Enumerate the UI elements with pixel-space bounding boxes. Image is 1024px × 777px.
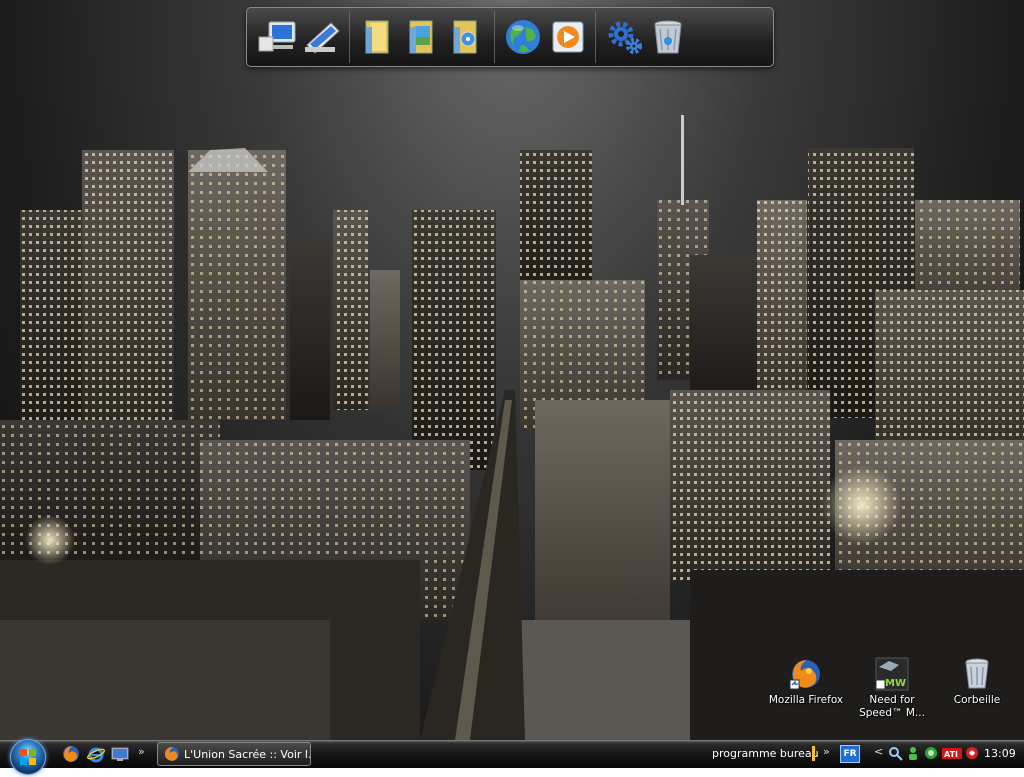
dock-internet[interactable]: [501, 13, 545, 61]
nfs-most-wanted-icon: MW: [875, 657, 909, 691]
settings-gears-icon: [608, 21, 642, 54]
dock-computer[interactable]: [255, 13, 299, 61]
messenger-icon: [925, 747, 937, 759]
documents-icon: [305, 22, 340, 54]
desktop-icon-label-line2: Speed™ M...: [859, 707, 925, 719]
pictures-folder-icon: [409, 20, 433, 54]
dock-folder[interactable]: [356, 13, 400, 61]
antivirus-icon: [966, 747, 978, 759]
dock-media-player[interactable]: [545, 13, 589, 61]
search-icon: [889, 747, 903, 761]
toolbar-chevron[interactable]: »: [823, 745, 830, 758]
desktop-icon-need-for-speed[interactable]: MW Need for Speed™ M...: [850, 657, 934, 720]
dock-music-folder[interactable]: [444, 13, 488, 61]
taskbar: » L'Union Sacrée :: Voir l... programme …: [0, 739, 1024, 775]
firefox-icon: [789, 660, 820, 690]
quick-launch-firefox[interactable]: [62, 745, 80, 763]
windows-logo-icon: [20, 749, 36, 765]
language-button[interactable]: FR: [840, 745, 860, 763]
network-user-icon: [909, 747, 917, 760]
system-clock[interactable]: 13:09: [984, 747, 1016, 760]
computer-icon: [258, 21, 296, 52]
start-button[interactable]: [10, 739, 46, 775]
recycle-bin-icon: [654, 20, 682, 54]
internet-globe-icon: [506, 20, 540, 54]
recycle-bin-icon: [965, 658, 989, 689]
tray-ati[interactable]: ATI: [942, 746, 962, 761]
music-folder-icon: [453, 20, 477, 54]
firefox-icon: [63, 746, 79, 762]
desktop-icon-label: Mozilla Firefox: [768, 694, 844, 706]
desktop-icon-label: Need for Speed™ M...: [850, 694, 934, 720]
dock-pictures-folder[interactable]: [400, 13, 444, 61]
media-player-icon: [552, 21, 584, 53]
show-desktop-icon: [111, 747, 129, 761]
ati-icon: ATI: [942, 748, 962, 759]
dock-recycle-bin[interactable]: [646, 13, 690, 61]
desktop-icon-label: Corbeille: [953, 694, 1001, 706]
taskbar-window-button[interactable]: L'Union Sacrée :: Voir l...: [157, 742, 311, 766]
dock-settings[interactable]: [602, 13, 646, 61]
quick-launch-show-desktop[interactable]: [111, 745, 129, 763]
dock-separator: [494, 11, 495, 63]
tray-network-user[interactable]: [906, 746, 921, 761]
tray-messenger[interactable]: [924, 746, 939, 761]
quick-launch-chevron[interactable]: »: [138, 745, 145, 758]
tray-search[interactable]: [888, 746, 903, 761]
folder-icon: [365, 20, 389, 54]
dock-documents[interactable]: [299, 13, 343, 61]
taskbar-window-title: L'Union Sacrée :: Voir l...: [184, 747, 310, 761]
city-skyline-image: [0, 115, 1024, 740]
ati-text: ATI: [944, 750, 958, 759]
tray-expand-chevron[interactable]: <: [874, 745, 883, 758]
desktop-icon-label-line1: Need for: [869, 694, 915, 706]
dock-separator: [349, 11, 350, 63]
dock-separator: [595, 11, 596, 63]
toolbar-marker: [812, 746, 815, 761]
quick-launch-internet-explorer[interactable]: [86, 745, 106, 763]
tray-antivirus[interactable]: [965, 746, 980, 761]
internet-explorer-icon: [86, 747, 106, 763]
desktop-wallpaper: [0, 0, 1024, 740]
nfs-icon-text: MW: [885, 678, 906, 689]
desktop-icon-recycle-bin[interactable]: Corbeille: [935, 657, 1019, 707]
dock-bar: [246, 7, 774, 67]
desktop-icon-firefox[interactable]: Mozilla Firefox: [764, 657, 848, 707]
firefox-icon: [165, 747, 179, 761]
toolbar-label[interactable]: programme bureau: [712, 747, 819, 760]
